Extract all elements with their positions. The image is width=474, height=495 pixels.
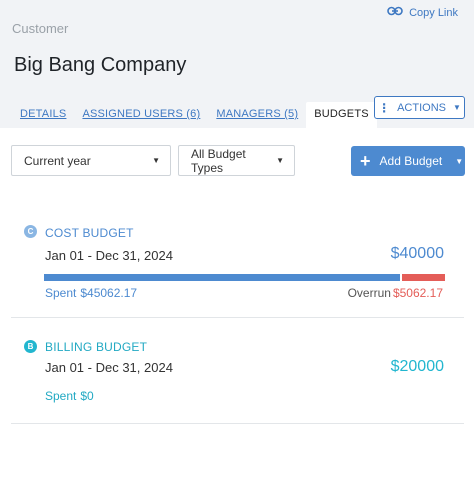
overrun-text: Overrun $5062.17 [348, 286, 443, 300]
page-title: Big Bang Company [14, 54, 187, 76]
budget-amount: $20000 [390, 358, 444, 375]
billing-budget-card[interactable]: B BILLING BUDGET Jan 01 - Dec 31, 2024 $… [11, 318, 464, 424]
copy-link-button[interactable]: Copy Link [387, 6, 458, 19]
actions-button[interactable]: ⋮ ACTIONS ▼ [374, 96, 465, 119]
plus-icon: + [360, 151, 371, 171]
tab-managers[interactable]: MANAGERS (5) [208, 102, 306, 128]
caret-down-icon: ▼ [452, 103, 461, 112]
caret-down-icon: ▼ [276, 156, 284, 165]
tab-assigned-users[interactable]: ASSIGNED USERS (6) [74, 102, 208, 128]
period-select-value: Current year [24, 153, 91, 168]
spent-label: Spent [45, 286, 77, 300]
tab-details[interactable]: DETAILS [12, 102, 74, 128]
cost-badge: C [24, 225, 37, 238]
link-icon [387, 6, 403, 19]
budget-dates: Jan 01 - Dec 31, 2024 [45, 360, 173, 375]
caret-down-icon: ▼ [152, 156, 160, 165]
vertical-dots-icon: ⋮ [378, 100, 391, 115]
overrun-fill [402, 274, 445, 281]
add-budget-label: Add Budget [379, 154, 443, 168]
spent-text: Spent $45062.17 [45, 286, 137, 300]
budget-type-select[interactable]: All Budget Types ▼ [178, 145, 295, 176]
actions-label: ACTIONS [397, 101, 446, 114]
copy-link-label: Copy Link [409, 6, 458, 19]
caret-down-icon: ▼ [455, 156, 464, 166]
budget-title[interactable]: COST BUDGET [45, 226, 134, 240]
spent-value: $0 [80, 389, 94, 403]
add-budget-button[interactable]: + Add Budget ▼ [351, 146, 465, 176]
budget-progress-bar [44, 274, 445, 281]
overrun-value: $5062.17 [392, 286, 443, 300]
budget-amount: $40000 [390, 245, 444, 262]
budget-dates: Jan 01 - Dec 31, 2024 [45, 248, 173, 263]
spent-value: $45062.17 [80, 286, 138, 300]
breadcrumb[interactable]: Customer [12, 21, 68, 36]
billing-badge: B [24, 340, 37, 353]
spent-text: Spent $0 [45, 389, 94, 403]
cost-budget-card[interactable]: C COST BUDGET Jan 01 - Dec 31, 2024 $400… [11, 210, 464, 318]
budget-type-select-value: All Budget Types [191, 146, 246, 175]
overrun-label: Overrun [347, 286, 391, 300]
budget-title[interactable]: BILLING BUDGET [45, 340, 147, 354]
tab-budgets[interactable]: BUDGETS [306, 102, 377, 128]
page-header: Customer Copy Link Big Bang Company DETA… [0, 0, 474, 128]
period-select[interactable]: Current year ▼ [11, 145, 171, 176]
spent-fill [44, 274, 400, 281]
tab-bar: DETAILS ASSIGNED USERS (6) MANAGERS (5) … [12, 102, 377, 128]
spent-label: Spent [45, 389, 77, 403]
